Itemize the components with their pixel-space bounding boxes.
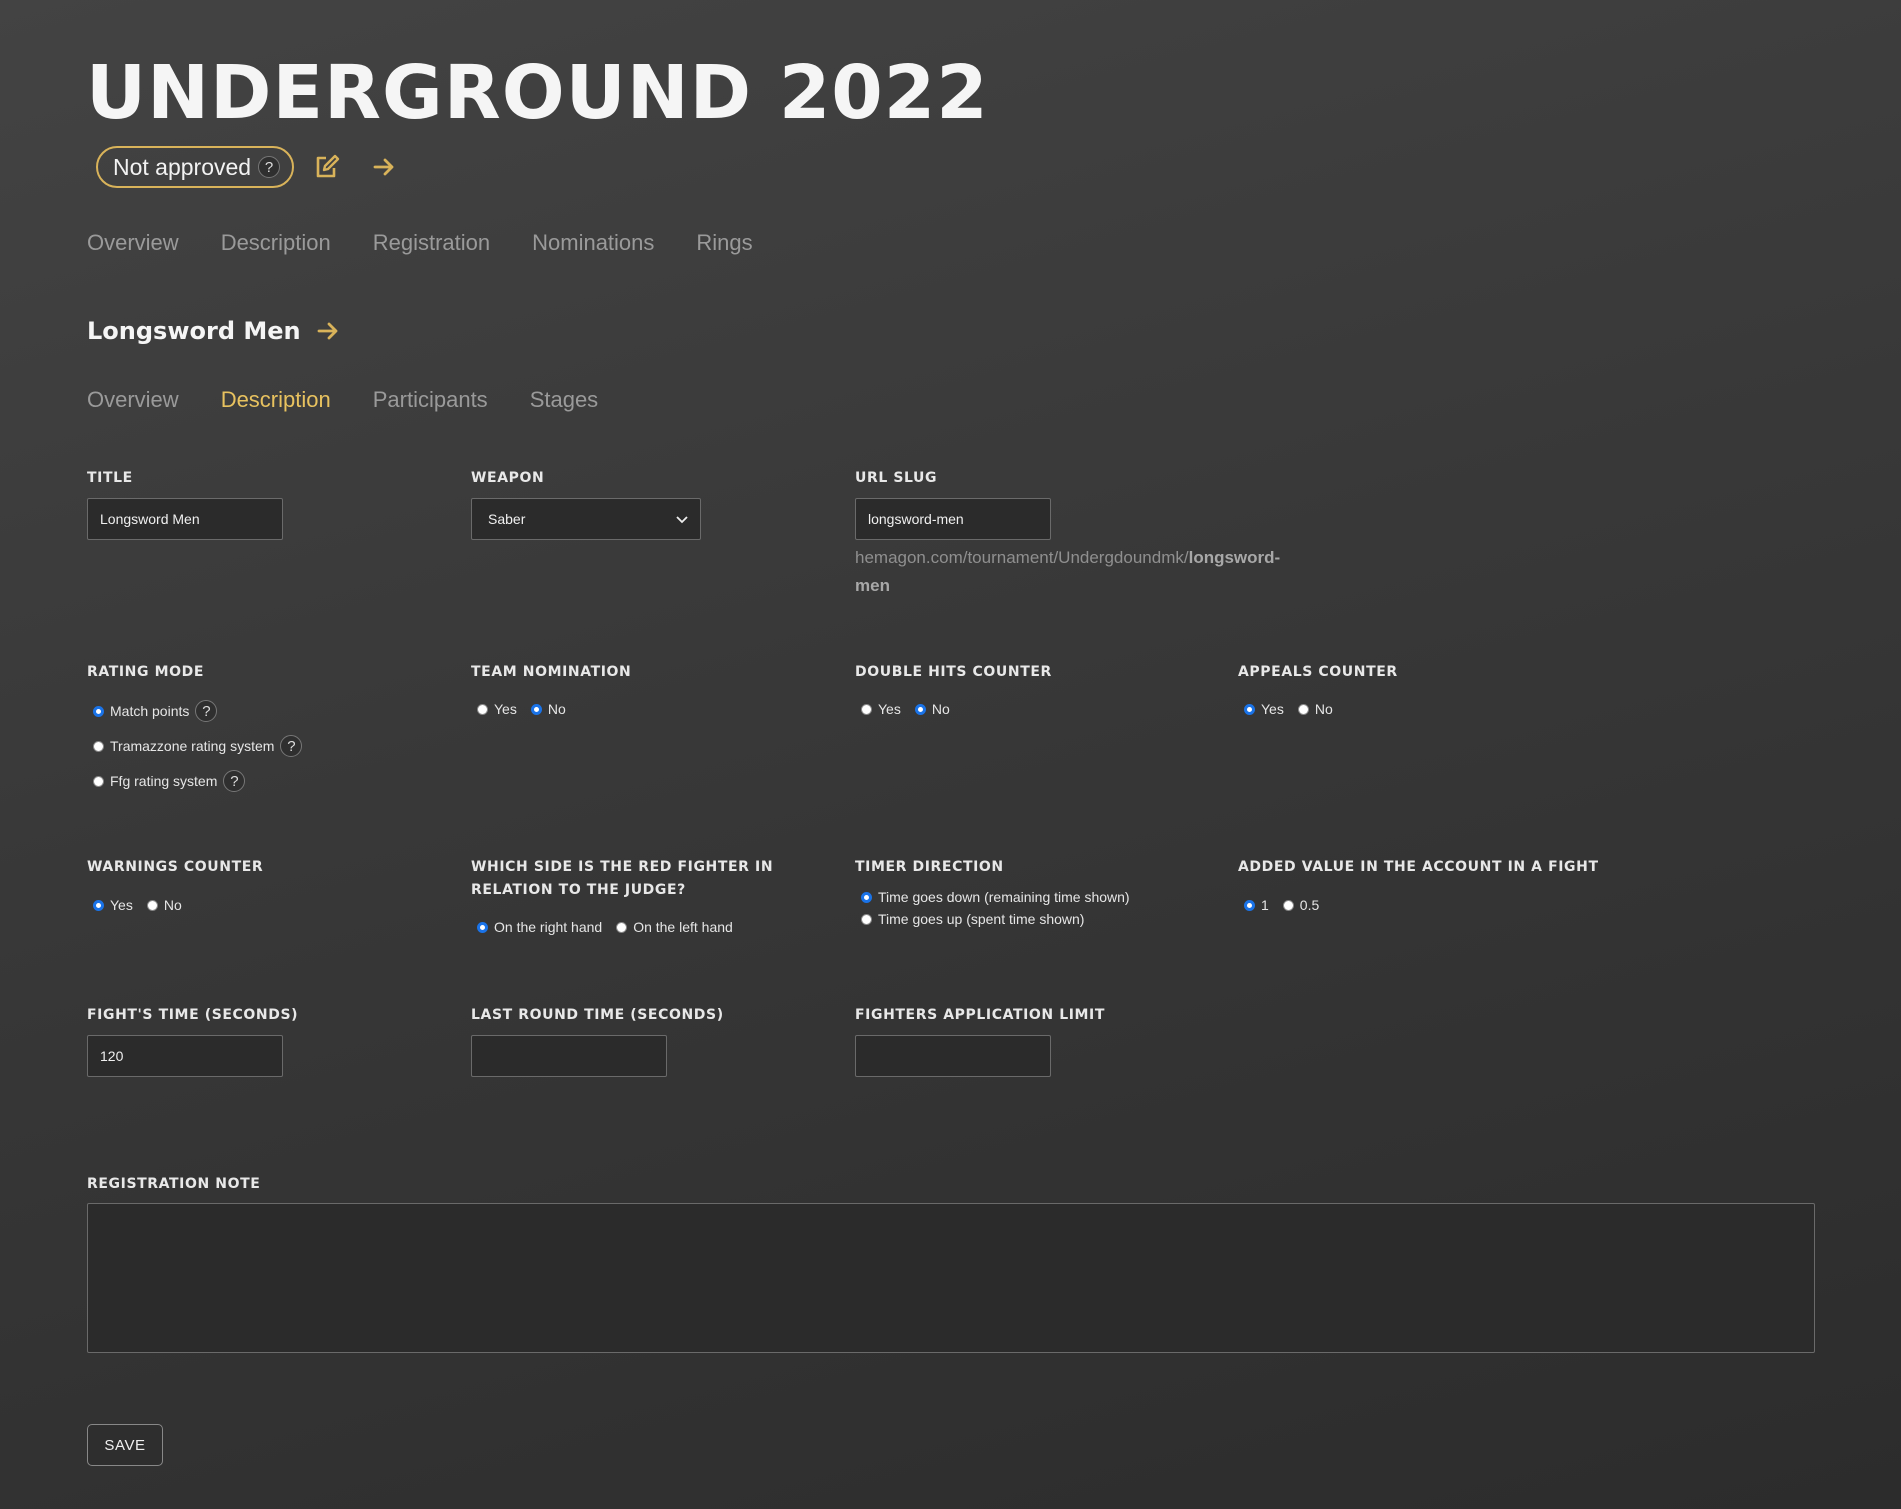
url-slug-preview: hemagon.com/tournament/Undergdoundmk/lon… xyxy=(855,544,1285,600)
edit-icon[interactable] xyxy=(314,154,340,184)
warnings-no-label: No xyxy=(163,897,182,913)
status-badge[interactable]: Not approved ? xyxy=(96,146,295,188)
red-fighter-side-options: On the right hand On the left hand xyxy=(477,919,741,935)
added-value-05-radio[interactable] xyxy=(1282,899,1294,911)
timer-up-radio[interactable] xyxy=(861,913,872,925)
appeals-counter-label: APPEALS COUNTER xyxy=(1238,664,1398,680)
timer-up-label: Time goes up (spent time shown) xyxy=(878,911,1085,927)
chevron-down-icon xyxy=(676,511,688,527)
warnings-no-radio[interactable] xyxy=(146,899,158,911)
last-round-time-input[interactable] xyxy=(471,1035,667,1077)
timer-up-option[interactable]: Time goes up (spent time shown) xyxy=(861,911,1084,927)
red-left-radio[interactable] xyxy=(616,921,628,933)
rating-match-points-label: Match points xyxy=(110,703,190,719)
double-hits-label: DOUBLE HITS COUNTER xyxy=(855,664,1052,680)
timer-direction-label: TIMER DIRECTION xyxy=(855,859,1004,875)
warnings-yes-radio[interactable] xyxy=(93,899,104,911)
appeals-no-radio[interactable] xyxy=(1297,703,1309,715)
fighters-limit-input[interactable] xyxy=(855,1035,1051,1077)
title-label: TITLE xyxy=(87,470,133,486)
last-round-time-label: LAST ROUND TIME (SECONDS) xyxy=(471,1007,724,1023)
red-fighter-side-label: WHICH SIDE IS THE RED FIGHTER IN RELATIO… xyxy=(471,859,774,898)
help-icon[interactable]: ? xyxy=(223,770,246,792)
tab-description[interactable]: Description xyxy=(221,230,331,256)
warnings-options: Yes No xyxy=(93,897,190,913)
url-slug-input[interactable] xyxy=(855,498,1051,540)
added-value-options: 1 0.5 xyxy=(1244,897,1327,913)
timer-down-radio[interactable] xyxy=(861,891,872,903)
double-hits-no-label: No xyxy=(931,701,950,717)
tab-overview[interactable]: Overview xyxy=(87,230,179,256)
help-icon[interactable]: ? xyxy=(258,156,281,178)
rating-option-match-points[interactable]: Match points ? xyxy=(93,700,218,722)
url-slug-label: URL SLUG xyxy=(855,470,938,486)
nomination-tab-overview[interactable]: Overview xyxy=(87,387,179,413)
title-input[interactable] xyxy=(87,498,283,540)
fighters-limit-label: FIGHTERS APPLICATION LIMIT xyxy=(855,1007,1106,1023)
nomination-arrow-right-icon[interactable] xyxy=(316,319,340,347)
weapon-label: WEAPON xyxy=(471,470,545,486)
rating-ffg-radio[interactable] xyxy=(93,775,104,787)
timer-down-label: Time goes down (remaining time shown) xyxy=(878,889,1130,905)
fights-time-label: FIGHT'S TIME (SECONDS) xyxy=(87,1007,299,1023)
added-value-05-label: 0.5 xyxy=(1299,897,1320,913)
timer-down-option[interactable]: Time goes down (remaining time shown) xyxy=(861,889,1130,905)
added-value-label: ADDED VALUE IN THE ACCOUNT IN A FIGHT xyxy=(1238,859,1599,875)
rating-tramazzone-radio[interactable] xyxy=(93,740,104,752)
team-no-radio[interactable] xyxy=(530,703,542,715)
double-hits-no-radio[interactable] xyxy=(914,703,926,715)
help-icon[interactable]: ? xyxy=(195,700,218,722)
status-label: Not approved xyxy=(113,153,252,180)
team-yes-radio[interactable] xyxy=(477,703,488,715)
rating-mode-label: RATING MODE xyxy=(87,664,204,680)
tournament-tabs: Overview Description Registration Nomina… xyxy=(87,230,753,256)
double-hits-yes-radio[interactable] xyxy=(861,703,872,715)
red-right-label: On the right hand xyxy=(494,919,603,935)
team-nomination-options: Yes No xyxy=(477,701,574,717)
nomination-title: Longsword Men xyxy=(87,317,301,345)
rating-tramazzone-label: Tramazzone rating system xyxy=(110,738,275,754)
nomination-tab-description[interactable]: Description xyxy=(221,387,331,413)
appeals-yes-label: Yes xyxy=(1261,701,1284,717)
nomination-tab-stages[interactable]: Stages xyxy=(530,387,599,413)
registration-note-textarea[interactable] xyxy=(87,1203,1815,1353)
tab-rings[interactable]: Rings xyxy=(696,230,752,256)
rating-option-ffg[interactable]: Ffg rating system ? xyxy=(93,770,246,792)
added-value-1-radio[interactable] xyxy=(1244,899,1255,911)
weapon-selected-value: Saber xyxy=(488,511,526,527)
team-no-label: No xyxy=(547,701,566,717)
double-hits-options: Yes No xyxy=(861,701,958,717)
appeals-options: Yes No xyxy=(1244,701,1341,717)
nomination-tabs: Overview Description Participants Stages xyxy=(87,387,598,413)
red-right-radio[interactable] xyxy=(477,921,488,933)
registration-note-label: REGISTRATION NOTE xyxy=(87,1176,261,1192)
nomination-tab-participants[interactable]: Participants xyxy=(373,387,488,413)
fights-time-input[interactable] xyxy=(87,1035,283,1077)
arrow-right-icon[interactable] xyxy=(372,155,396,183)
save-button[interactable]: SAVE xyxy=(87,1424,163,1466)
team-nomination-label: TEAM NOMINATION xyxy=(471,664,632,680)
tab-registration[interactable]: Registration xyxy=(373,230,490,256)
appeals-no-label: No xyxy=(1314,701,1333,717)
rating-match-points-radio[interactable] xyxy=(93,705,104,717)
red-left-label: On the left hand xyxy=(633,919,733,935)
appeals-yes-radio[interactable] xyxy=(1244,703,1255,715)
tab-nominations[interactable]: Nominations xyxy=(532,230,654,256)
team-yes-label: Yes xyxy=(494,701,517,717)
weapon-select[interactable]: Saber xyxy=(471,498,701,540)
rating-ffg-label: Ffg rating system xyxy=(110,773,218,789)
added-value-1-label: 1 xyxy=(1261,897,1269,913)
help-icon[interactable]: ? xyxy=(280,735,303,757)
rating-option-tramazzone[interactable]: Tramazzone rating system ? xyxy=(93,735,303,757)
url-preview-prefix: hemagon.com/tournament/Undergdoundmk/ xyxy=(855,548,1189,567)
double-hits-yes-label: Yes xyxy=(878,701,901,717)
warnings-yes-label: Yes xyxy=(110,897,133,913)
warnings-counter-label: WARNINGS COUNTER xyxy=(87,859,264,875)
page-title: UNDERGROUND 2022 xyxy=(86,50,989,136)
